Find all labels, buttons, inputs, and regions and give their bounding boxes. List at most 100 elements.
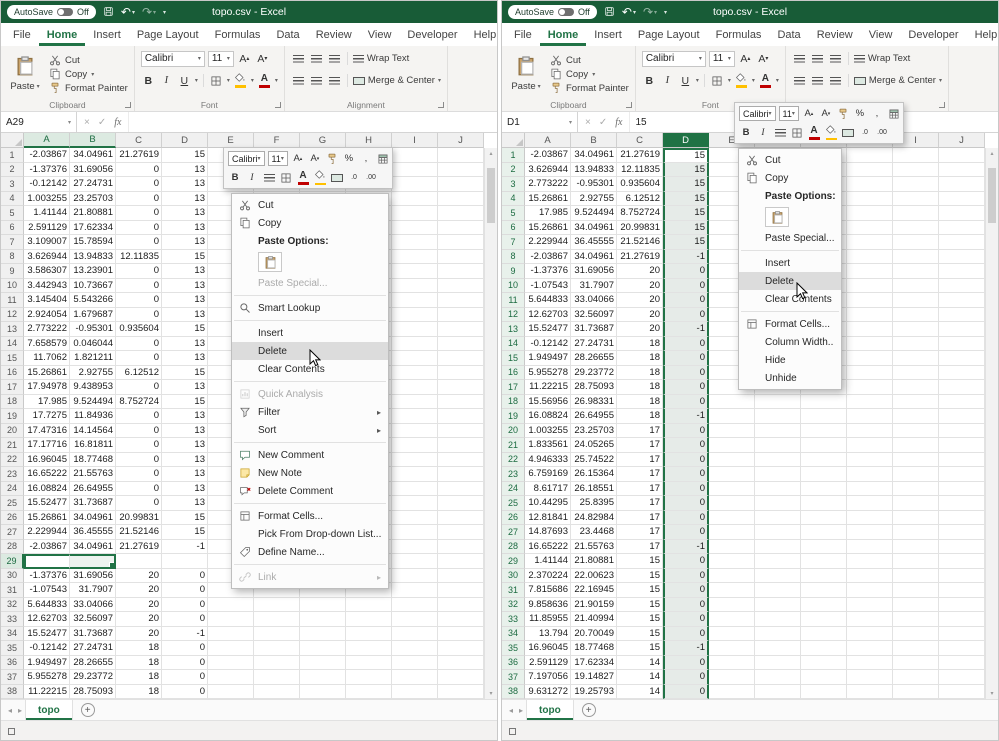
cell-A37[interactable]: 7.197056 <box>525 670 571 685</box>
context-menu-item-copy[interactable]: Copy <box>739 169 841 187</box>
cell-G18[interactable] <box>801 395 847 410</box>
cell-H36[interactable] <box>847 656 893 671</box>
row-header-16[interactable]: 16 <box>502 366 525 381</box>
cell-D36[interactable]: 0 <box>162 656 208 671</box>
cell-B3[interactable]: -0.95301 <box>571 177 617 192</box>
cell-J7[interactable] <box>939 235 985 250</box>
cell-D22[interactable]: 13 <box>162 453 208 468</box>
cell-A35[interactable]: 16.96045 <box>525 641 571 656</box>
cell-H3[interactable] <box>847 177 893 192</box>
cell-A11[interactable]: 5.644833 <box>525 293 571 308</box>
cell-C1[interactable]: 21.27619 <box>617 148 663 163</box>
cell-D31[interactable]: 0 <box>162 583 208 598</box>
dialog-launcher-icon[interactable] <box>626 102 632 108</box>
cell-C38[interactable]: 18 <box>116 685 162 700</box>
increase-font-size-button[interactable]: A▴ <box>291 151 305 166</box>
cell-J2[interactable] <box>939 163 985 178</box>
align-top-button[interactable] <box>291 51 306 67</box>
cell-J34[interactable] <box>939 627 985 642</box>
increase-font-size-button[interactable]: A▴ <box>802 106 816 121</box>
row-header-29[interactable]: 29 <box>502 554 525 569</box>
cell-D38[interactable]: 0 <box>162 685 208 700</box>
cut-button[interactable]: Cut <box>549 54 629 66</box>
cell-F20[interactable] <box>755 424 801 439</box>
cell-I11[interactable] <box>893 293 939 308</box>
row-header-21[interactable]: 21 <box>1 438 24 453</box>
cell-A4[interactable]: 15.26861 <box>525 192 571 207</box>
cell-I31[interactable] <box>893 583 939 598</box>
cell-B2[interactable]: 31.69056 <box>70 163 116 178</box>
cell-B22[interactable]: 18.77468 <box>70 453 116 468</box>
cell-C11[interactable]: 0 <box>116 293 162 308</box>
cell-B24[interactable]: 26.18551 <box>571 482 617 497</box>
redo-button[interactable]: ↷▾ <box>643 6 657 18</box>
macro-record-icon[interactable] <box>8 728 15 735</box>
cell-J12[interactable] <box>939 308 985 323</box>
cell-B25[interactable]: 25.8395 <box>571 496 617 511</box>
cell-D18[interactable]: 0 <box>663 395 709 410</box>
cell-C7[interactable]: 21.52146 <box>617 235 663 250</box>
cell-B19[interactable]: 26.64955 <box>571 409 617 424</box>
cell-J38[interactable] <box>438 685 484 700</box>
cell-D14[interactable]: 13 <box>162 337 208 352</box>
format-as-table-button[interactable] <box>887 106 901 121</box>
cell-D29[interactable] <box>162 554 208 569</box>
cell-F19[interactable] <box>755 409 801 424</box>
cell-F27[interactable] <box>755 525 801 540</box>
cell-C6[interactable]: 20.99831 <box>617 221 663 236</box>
cell-A8[interactable]: -2.03867 <box>525 250 571 265</box>
cell-E20[interactable] <box>709 424 755 439</box>
center-align-button[interactable] <box>773 125 787 140</box>
cell-J5[interactable] <box>939 206 985 221</box>
cell-I27[interactable] <box>392 525 438 540</box>
cell-G34[interactable] <box>801 627 847 642</box>
row-header-30[interactable]: 30 <box>502 569 525 584</box>
cell-A34[interactable]: 13.794 <box>525 627 571 642</box>
cell-J16[interactable] <box>939 366 985 381</box>
cell-D18[interactable]: 15 <box>162 395 208 410</box>
cell-G38[interactable] <box>300 685 346 700</box>
insert-function-button[interactable]: fx <box>615 117 622 128</box>
cell-I22[interactable] <box>893 453 939 468</box>
ribbon-tab-view[interactable]: View <box>360 23 400 46</box>
cell-J4[interactable] <box>438 192 484 207</box>
cell-D11[interactable]: 13 <box>162 293 208 308</box>
cell-B38[interactable]: 28.75093 <box>70 685 116 700</box>
cell-B28[interactable]: 34.04961 <box>70 540 116 555</box>
context-menu-item-format-cells[interactable]: Format Cells... <box>232 507 388 525</box>
cell-B20[interactable]: 23.25703 <box>571 424 617 439</box>
cell-A10[interactable]: -1.07543 <box>525 279 571 294</box>
row-header-23[interactable]: 23 <box>1 467 24 482</box>
cell-D8[interactable]: -1 <box>663 250 709 265</box>
cell-C26[interactable]: 17 <box>617 511 663 526</box>
cell-J8[interactable] <box>939 250 985 265</box>
font-size-select[interactable]: 11▾ <box>709 51 735 67</box>
cell-B24[interactable]: 26.64955 <box>70 482 116 497</box>
merge-center-button[interactable] <box>330 170 344 185</box>
row-header-13[interactable]: 13 <box>502 322 525 337</box>
cell-I21[interactable] <box>893 438 939 453</box>
cell-C38[interactable]: 14 <box>617 685 663 700</box>
cell-I14[interactable] <box>392 337 438 352</box>
cell-B34[interactable]: 31.73687 <box>70 627 116 642</box>
cell-I31[interactable] <box>392 583 438 598</box>
cell-A28[interactable]: 16.65222 <box>525 540 571 555</box>
cell-G27[interactable] <box>801 525 847 540</box>
cell-C35[interactable]: 18 <box>116 641 162 656</box>
cell-B31[interactable]: 31.7907 <box>70 583 116 598</box>
cell-D20[interactable]: 0 <box>663 424 709 439</box>
cell-A5[interactable]: 1.41144 <box>24 206 70 221</box>
autosave-toggle[interactable]: AutoSave Off <box>508 5 597 19</box>
cell-F34[interactable] <box>254 627 300 642</box>
cell-J28[interactable] <box>438 540 484 555</box>
cell-H30[interactable] <box>847 569 893 584</box>
cell-E33[interactable] <box>208 612 254 627</box>
decrease-font-size-button[interactable]: A▾ <box>819 106 833 121</box>
scroll-up-icon[interactable]: ▴ <box>990 150 993 157</box>
cell-B4[interactable]: 23.25703 <box>70 192 116 207</box>
cell-E35[interactable] <box>208 641 254 656</box>
cell-H6[interactable] <box>847 221 893 236</box>
cell-D8[interactable]: 15 <box>162 250 208 265</box>
cell-H33[interactable] <box>346 612 392 627</box>
cell-D5[interactable]: 15 <box>663 206 709 221</box>
